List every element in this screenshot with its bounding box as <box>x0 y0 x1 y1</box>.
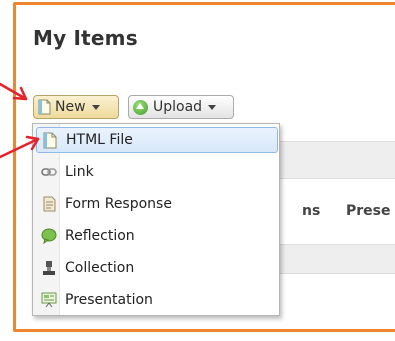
menu-item-link[interactable]: Link <box>36 159 278 185</box>
menu-item-html-file[interactable]: HTML File <box>36 127 278 153</box>
menu-item-label: Presentation <box>65 292 153 308</box>
presentation-icon <box>40 291 58 309</box>
menu-item-collection[interactable]: Collection <box>36 255 278 281</box>
reflection-icon <box>40 227 58 245</box>
menu-item-form-response[interactable]: Form Response <box>36 191 278 217</box>
menu-item-label: HTML File <box>66 132 133 148</box>
table-column-header[interactable]: Prese <box>346 203 391 219</box>
menu-item-label: Link <box>65 164 94 180</box>
menu-item-label: Form Response <box>65 196 172 212</box>
new-document-icon <box>38 99 51 115</box>
upload-button-label: Upload <box>153 99 203 115</box>
link-icon <box>40 163 58 181</box>
collection-icon <box>40 259 58 277</box>
table-column-header[interactable]: ns <box>302 203 320 219</box>
menu-item-reflection[interactable]: Reflection <box>36 223 278 249</box>
chevron-down-icon <box>208 104 217 110</box>
new-item-menu: HTML File Link Form Response Reflection … <box>32 123 280 316</box>
upload-icon <box>133 99 148 115</box>
menu-item-label: Reflection <box>65 228 135 244</box>
upload-button[interactable]: Upload <box>128 95 234 119</box>
page-title: My Items <box>33 26 138 50</box>
new-button[interactable]: New <box>33 95 119 119</box>
menu-item-label: Collection <box>65 260 135 276</box>
menu-item-presentation[interactable]: Presentation <box>36 287 278 313</box>
html-file-icon <box>41 131 59 149</box>
chevron-down-icon <box>91 104 100 110</box>
new-button-label: New <box>55 99 86 115</box>
form-response-icon <box>40 195 58 213</box>
